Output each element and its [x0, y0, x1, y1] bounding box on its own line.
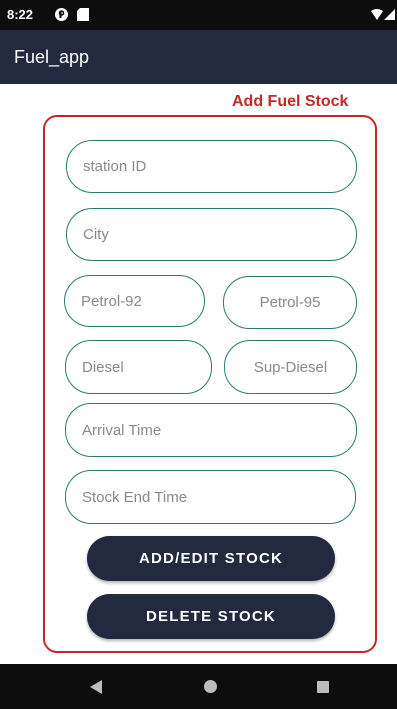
status-bar: 8:22: [0, 0, 397, 30]
notification-icon: [55, 8, 68, 21]
recent-apps-icon[interactable]: [317, 681, 329, 693]
status-time: 8:22: [7, 7, 34, 22]
add-edit-stock-button[interactable]: ADD/EDIT STOCK: [87, 536, 335, 581]
wifi-signal-battery-icon: [371, 9, 395, 20]
app-bar: Fuel_app: [0, 30, 397, 84]
stock-end-time-input[interactable]: [65, 470, 356, 524]
delete-stock-button[interactable]: DELETE STOCK: [87, 594, 335, 639]
city-input[interactable]: [66, 208, 357, 261]
app-title: Fuel_app: [14, 47, 90, 67]
arrival-time-input[interactable]: [65, 403, 357, 457]
home-icon[interactable]: [204, 680, 217, 693]
back-icon[interactable]: [90, 680, 102, 694]
diesel-input[interactable]: [65, 340, 212, 394]
navigation-bar: [0, 664, 397, 709]
station-id-input[interactable]: [66, 140, 357, 193]
sup-diesel-input[interactable]: [224, 340, 357, 394]
petrol-92-input[interactable]: [64, 275, 205, 327]
sd-card-icon: [77, 8, 89, 21]
form-title: Add Fuel Stock: [232, 93, 349, 110]
petrol-95-input[interactable]: [223, 276, 357, 329]
